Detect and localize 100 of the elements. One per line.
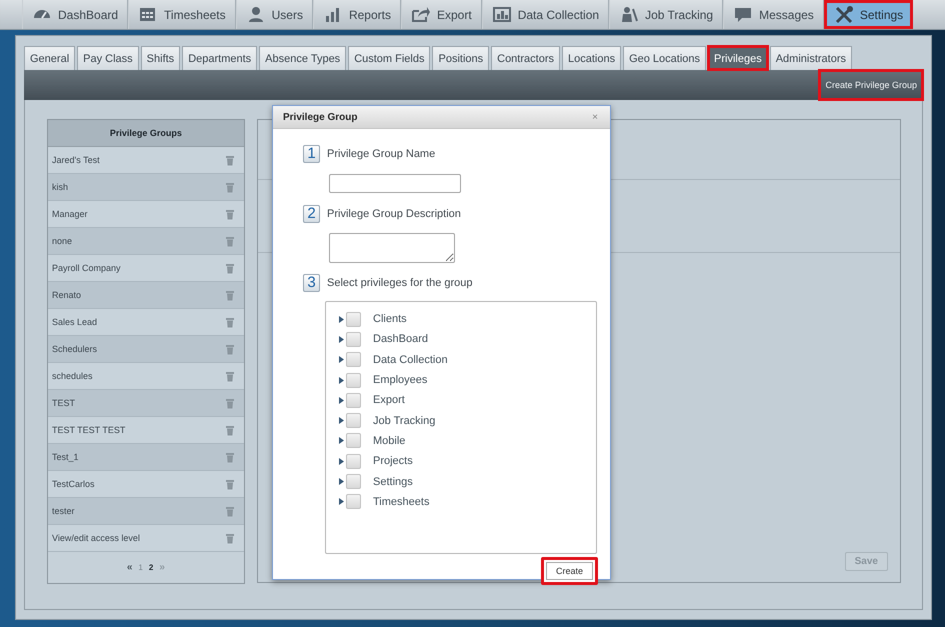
privilege-label: Settings (373, 476, 413, 488)
group-row[interactable]: Schedulers (48, 336, 244, 363)
group-row[interactable]: tester (48, 498, 244, 525)
privilege-label: Employees (373, 374, 428, 386)
section-tab[interactable]: Departments (182, 46, 258, 70)
trash-icon (224, 505, 235, 517)
group-row[interactable]: kish (48, 174, 244, 201)
checkbox[interactable] (346, 352, 361, 368)
group-name: Schedulers (52, 344, 98, 354)
nav-tab[interactable]: Data Collection (482, 0, 610, 29)
nav-tab[interactable]: Settings (824, 0, 914, 29)
privilege-label: DashBoard (373, 333, 428, 346)
caret-icon[interactable] (339, 316, 344, 323)
trash-icon (224, 478, 235, 490)
checkbox[interactable] (346, 494, 361, 510)
group-name: Sales Lead (52, 317, 98, 327)
section-tab[interactable]: Locations (562, 46, 622, 70)
group-row[interactable]: TEST (48, 390, 244, 417)
group-name: Jared's Test (52, 155, 100, 165)
checkbox[interactable] (346, 392, 361, 408)
step-number: 1 (303, 145, 320, 163)
caret-icon[interactable] (339, 437, 344, 444)
speech-bubble-icon (733, 5, 754, 24)
caret-icon[interactable] (339, 498, 344, 506)
section-tab[interactable]: Positions (432, 46, 490, 70)
trash-icon (224, 289, 235, 301)
section-tab[interactable]: Pay Class (77, 46, 139, 70)
nav-tab[interactable]: Reports (312, 0, 401, 29)
caret-icon[interactable] (339, 478, 344, 486)
group-name: schedules (52, 371, 93, 381)
nav-tab[interactable]: Messages (723, 0, 824, 29)
privilege-label: Data Collection (373, 354, 448, 366)
trash-icon (224, 316, 235, 328)
create-button[interactable]: Create (540, 557, 598, 585)
nav-tab[interactable]: Job Tracking (609, 0, 724, 29)
section-tab[interactable]: Shifts (140, 46, 180, 70)
group-name: View/edit access level (52, 533, 140, 543)
nav-tab[interactable]: Users (236, 0, 313, 29)
caret-icon[interactable] (339, 336, 344, 343)
checkbox[interactable] (346, 332, 361, 347)
trash-icon (224, 181, 235, 193)
trash-icon (224, 397, 235, 409)
list-header: Privilege Groups (48, 120, 244, 147)
caret-icon[interactable] (339, 356, 344, 364)
step-number: 3 (303, 274, 320, 292)
create-group-button[interactable]: Create Privilege Group (819, 70, 923, 100)
trash-icon (224, 343, 235, 355)
group-name: none (52, 236, 72, 246)
step-number: 2 (303, 205, 320, 223)
dialog-title: Privilege Group (283, 112, 358, 122)
nav-tab[interactable]: DashBoard (22, 0, 128, 29)
group-name: TEST TEST TEST (52, 425, 126, 435)
privilege-label: Job Tracking (373, 414, 436, 427)
checkbox[interactable] (346, 474, 361, 490)
section-tab[interactable]: General (24, 46, 76, 70)
section-tab[interactable]: Absence Types (259, 46, 346, 70)
share-icon (411, 5, 431, 24)
section-tab[interactable]: Administrators (770, 46, 852, 70)
nav-tab[interactable]: Export (401, 0, 482, 29)
nav-tab[interactable]: Timesheets (128, 0, 236, 29)
trash-icon (224, 208, 235, 220)
description-field[interactable] (329, 233, 455, 263)
section-tab[interactable]: Custom Fields (348, 46, 430, 70)
worker-icon (619, 5, 640, 24)
group-name: TEST (52, 398, 76, 408)
name-field[interactable] (329, 174, 461, 193)
step-label: Select privileges for the group (327, 277, 473, 289)
trash-icon (224, 235, 235, 247)
trash-icon (224, 154, 235, 166)
group-name: Renato (52, 290, 82, 300)
group-name: Test_1 (52, 452, 79, 462)
group-name: Manager (52, 209, 88, 219)
caret-icon[interactable] (339, 396, 344, 404)
section-tab[interactable]: Geo Locations (623, 46, 706, 70)
grid-icon (492, 5, 512, 24)
caret-icon[interactable] (339, 417, 344, 424)
checkbox[interactable] (346, 312, 361, 327)
checkbox[interactable] (346, 454, 361, 469)
trash-icon (224, 451, 235, 463)
privilege-label: Export (373, 394, 405, 406)
privilege-label: Clients (373, 313, 407, 326)
tools-icon (834, 5, 854, 24)
group-name: tester (52, 506, 75, 516)
group-row[interactable]: Test_1 (48, 444, 244, 471)
trash-icon (224, 532, 235, 544)
group-name: Payroll Company (52, 263, 121, 273)
section-tab[interactable]: Privileges (708, 46, 768, 70)
checkbox[interactable] (346, 433, 361, 448)
previous-page-link[interactable]: « (126, 562, 132, 573)
page-link[interactable]: 2 (148, 563, 154, 572)
group-row[interactable]: Renato (48, 282, 244, 309)
privilege-label: Projects (373, 455, 413, 468)
caret-icon[interactable] (339, 376, 344, 384)
section-tab[interactable]: Contractors (491, 46, 560, 70)
group-name: TestCarlos (52, 479, 95, 489)
trash-icon (224, 370, 235, 382)
caret-icon[interactable] (339, 458, 344, 465)
checkbox[interactable] (346, 413, 361, 428)
group-row[interactable]: none (48, 228, 244, 255)
checkbox[interactable] (346, 372, 361, 388)
